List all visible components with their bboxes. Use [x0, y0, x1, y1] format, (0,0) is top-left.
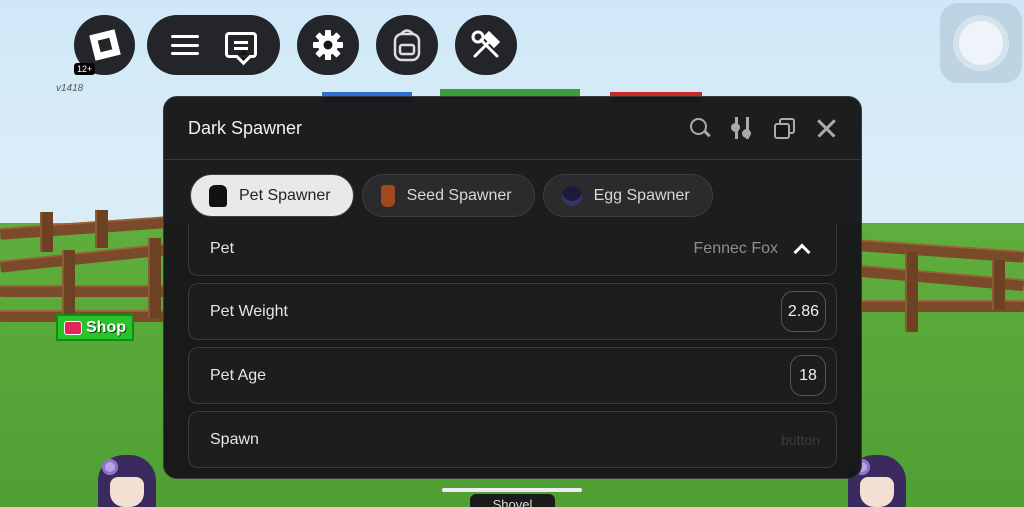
backpack-icon: [393, 29, 421, 62]
pet-weight-label: Pet Weight: [210, 302, 288, 320]
seed-icon: [380, 184, 395, 207]
spawner-content: Pet Fennec Fox Pet Weight 2.86 Pet Age 1…: [164, 223, 861, 468]
spawn-label: Spawn: [210, 430, 259, 448]
spawn-button[interactable]: Spawn button: [188, 411, 837, 468]
egg-icon: [561, 185, 582, 206]
settings-button[interactable]: [297, 15, 359, 75]
fence-post: [62, 250, 75, 320]
fence-post: [40, 212, 53, 252]
roblox-logo-icon: [88, 29, 121, 61]
hammer-wrench-icon: [471, 30, 501, 58]
window-actions: [689, 117, 837, 139]
chevron-up-icon[interactable]: [793, 243, 811, 261]
pet-dropdown[interactable]: Pet Fennec Fox: [188, 223, 837, 276]
tab-label: Egg Spawner: [593, 186, 690, 204]
hamburger-menu-icon[interactable]: [170, 35, 199, 55]
pet-weight-input[interactable]: 2.86: [780, 291, 826, 332]
fence-post: [992, 260, 1005, 310]
tab-pet-spawner[interactable]: Pet Spawner: [190, 174, 354, 217]
character-left: [98, 455, 156, 507]
fence-post: [905, 252, 918, 332]
tab-label: Pet Spawner: [239, 186, 331, 204]
fence-rail: [0, 216, 166, 240]
pet-age-label: Pet Age: [210, 366, 267, 384]
tab-egg-spawner[interactable]: Egg Spawner: [542, 174, 713, 217]
shovel-hotbar-slot[interactable]: Shovel: [470, 494, 555, 507]
jump-button[interactable]: [940, 3, 1022, 83]
minimize-restore-icon[interactable]: [773, 117, 795, 139]
gear-icon: [313, 30, 343, 60]
pet-age-row: Pet Age 18: [188, 347, 837, 404]
window-title: Dark Spawner: [188, 117, 303, 138]
home-indicator: [442, 488, 582, 492]
close-icon[interactable]: [815, 117, 837, 139]
spawner-tabs: Pet Spawner Seed Spawner Egg Spawner: [164, 160, 861, 217]
shop-billboard[interactable]: Shop: [56, 314, 134, 341]
pet-weight-row: Pet Weight 2.86: [188, 283, 837, 340]
fence-rail: [0, 285, 165, 297]
backpack-button[interactable]: [376, 15, 438, 75]
version-label: v1418: [56, 83, 84, 94]
menu-chat-pill: [147, 15, 280, 75]
settings-sliders-icon[interactable]: [731, 117, 753, 139]
spawn-button-hint: button: [781, 431, 820, 448]
tab-label: Seed Spawner: [406, 186, 512, 204]
chat-icon[interactable]: [224, 32, 257, 58]
shop-basket-icon: [64, 320, 82, 335]
search-icon[interactable]: [689, 117, 711, 139]
pet-dropdown-label: Pet: [210, 240, 235, 257]
age-rating-badge: 12+: [74, 63, 96, 75]
jump-circle-icon: [959, 21, 1003, 65]
fence-post: [148, 238, 161, 318]
paw-icon: [209, 184, 227, 207]
pet-age-input[interactable]: 18: [790, 355, 826, 396]
fence-post: [95, 210, 108, 248]
dark-spawner-window: Dark Spawner Pet Spawner Seed Spawner Eg…: [163, 96, 862, 479]
shop-label: Shop: [86, 318, 126, 336]
fence-rail: [0, 243, 166, 273]
pet-dropdown-value: Fennec Fox: [693, 240, 778, 257]
tools-button[interactable]: [455, 15, 517, 75]
tab-seed-spawner[interactable]: Seed Spawner: [361, 174, 535, 217]
window-titlebar[interactable]: Dark Spawner: [164, 97, 861, 160]
